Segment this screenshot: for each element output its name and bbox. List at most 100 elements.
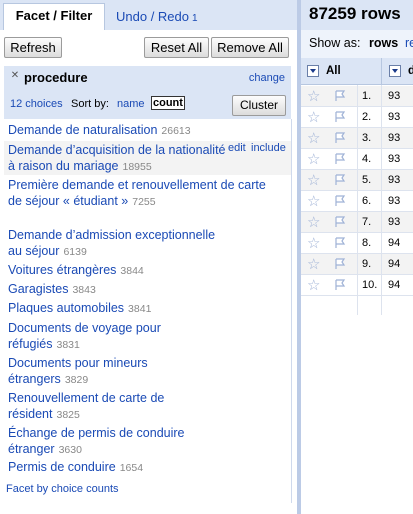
tab-undo-redo[interactable]: Undo / Redo 1 bbox=[116, 9, 198, 24]
choice-label: Échange de permis de conduire étranger bbox=[8, 426, 185, 456]
column-header-row: All d bbox=[301, 58, 413, 85]
star-icon[interactable]: ☆ bbox=[307, 87, 320, 105]
cell-value: 93 bbox=[388, 111, 401, 123]
remove-all-button[interactable]: Remove All bbox=[211, 37, 289, 58]
choice-count: 18955 bbox=[122, 161, 152, 173]
choice-label: Garagistes bbox=[8, 282, 69, 296]
facet-choice[interactable]: Permis de conduire 1654 bbox=[8, 459, 238, 476]
facet-choice[interactable]: Documents pour mineurs étrangers 3829 bbox=[8, 355, 178, 388]
star-icon[interactable]: ☆ bbox=[307, 234, 320, 252]
rows-mode[interactable]: rows bbox=[369, 36, 398, 50]
facet-choice[interactable]: Demande d’admission exceptionnelle au sé… bbox=[8, 227, 228, 260]
tab-undo-redo-label: Undo / Redo bbox=[116, 9, 189, 24]
flag-icon[interactable] bbox=[335, 216, 346, 228]
left-panel: Facet / Filter Undo / Redo 1 Refresh Rese… bbox=[0, 0, 297, 514]
flag-icon[interactable] bbox=[335, 132, 346, 144]
facet-choice[interactable]: Renouvellement de carte de résident 3825 bbox=[8, 390, 198, 423]
choice-count: 6139 bbox=[63, 246, 87, 258]
choice-count: 3844 bbox=[120, 265, 144, 277]
star-icon[interactable]: ☆ bbox=[307, 171, 320, 189]
all-column-label: All bbox=[326, 65, 341, 77]
close-icon[interactable]: ✕ bbox=[10, 71, 20, 81]
column-label: d bbox=[408, 65, 413, 77]
choices-count-link[interactable]: 12 choices bbox=[10, 98, 63, 110]
facet-choice[interactable]: Documents de voyage pour réfugiés 3831 bbox=[8, 320, 188, 353]
show-as-bar: Show as: rows re bbox=[301, 30, 413, 58]
cell-value: 94 bbox=[388, 237, 401, 249]
choice-label: Demande d’admission exceptionnelle au sé… bbox=[8, 228, 216, 258]
facet-choice[interactable]: Échange de permis de conduire étranger 36… bbox=[8, 425, 208, 458]
row-number: 8. bbox=[362, 237, 372, 249]
all-dropdown-icon[interactable] bbox=[307, 65, 319, 77]
flag-icon[interactable] bbox=[335, 258, 346, 270]
star-icon[interactable]: ☆ bbox=[307, 192, 320, 210]
flag-icon[interactable] bbox=[335, 237, 346, 249]
choice-label: Plaques automobiles bbox=[8, 301, 125, 315]
sort-by-label: Sort by: bbox=[71, 98, 109, 110]
grid-column-line bbox=[357, 85, 358, 315]
reset-all-button[interactable]: Reset All bbox=[144, 37, 209, 58]
facet-by-choice-counts-link[interactable]: Facet by choice counts bbox=[6, 483, 119, 495]
flag-icon[interactable] bbox=[335, 174, 346, 186]
choice-label: Documents de voyage pour réfugiés bbox=[8, 321, 161, 351]
facet-choice-list: edit include Demande de naturalisation 26… bbox=[4, 119, 292, 503]
facet-choice[interactable]: Demande d’acquisition de la nationalité … bbox=[8, 142, 226, 175]
choice-label: Voitures étrangères bbox=[8, 263, 117, 277]
star-icon[interactable]: ☆ bbox=[307, 276, 320, 294]
rows-count: 87259 rows bbox=[309, 4, 401, 23]
choice-count: 7255 bbox=[132, 196, 156, 208]
choice-count: 3831 bbox=[56, 339, 80, 351]
facet-choice[interactable]: Garagistes 3843 bbox=[8, 281, 238, 298]
flag-icon[interactable] bbox=[335, 111, 346, 123]
facet-choice[interactable]: Première demande et renouvellement de ca… bbox=[8, 177, 270, 210]
choice-count: 1654 bbox=[119, 462, 144, 474]
flag-icon[interactable] bbox=[335, 195, 346, 207]
cell-value: 93 bbox=[388, 153, 401, 165]
row-number: 5. bbox=[362, 174, 372, 186]
choice-count: 3630 bbox=[58, 444, 82, 456]
cell-value: 94 bbox=[388, 258, 401, 270]
choice-count: 3843 bbox=[72, 284, 96, 296]
records-mode-link[interactable]: re bbox=[405, 36, 413, 50]
choice-label: Demande d’acquisition de la nationalité … bbox=[8, 143, 226, 173]
tab-facet-filter[interactable]: Facet / Filter bbox=[3, 3, 105, 30]
flag-icon[interactable] bbox=[335, 279, 346, 291]
column-separator bbox=[381, 58, 382, 85]
edit-link[interactable]: edit bbox=[228, 142, 246, 154]
star-icon[interactable]: ☆ bbox=[307, 150, 320, 168]
refresh-button[interactable]: Refresh bbox=[4, 37, 62, 58]
row-number: 10. bbox=[362, 279, 378, 291]
row-number: 7. bbox=[362, 216, 372, 228]
choice-count: 3841 bbox=[128, 303, 152, 315]
choice-label: Permis de conduire bbox=[8, 460, 116, 474]
data-grid-panel: 87259 rows Show as: rows re All d ☆ 1. 93 ☆… bbox=[301, 0, 413, 514]
row-number: 1. bbox=[362, 90, 372, 102]
choice-count: 3829 bbox=[64, 374, 89, 386]
row-number: 2. bbox=[362, 111, 372, 123]
facet-controls: 12 choices Sort by: name count Cluster bbox=[4, 91, 291, 119]
flag-icon[interactable] bbox=[335, 153, 346, 165]
undo-count-badge: 1 bbox=[192, 13, 198, 24]
star-icon[interactable]: ☆ bbox=[307, 213, 320, 231]
star-icon[interactable]: ☆ bbox=[307, 255, 320, 273]
star-icon[interactable]: ☆ bbox=[307, 129, 320, 147]
cell-value: 93 bbox=[388, 132, 401, 144]
tab-bar: Facet / Filter Undo / Redo 1 bbox=[0, 0, 297, 30]
cell-value: 93 bbox=[388, 90, 401, 102]
facet-choice[interactable]: Demande de naturalisation 26613 bbox=[8, 122, 238, 139]
facet-title: procedure bbox=[24, 70, 88, 85]
flag-icon[interactable] bbox=[335, 90, 346, 102]
column-dropdown-icon[interactable] bbox=[389, 65, 401, 77]
star-icon[interactable]: ☆ bbox=[307, 108, 320, 126]
facet-header: ✕ procedure change bbox=[4, 66, 291, 91]
sort-by-name-link[interactable]: name bbox=[117, 98, 145, 110]
sort-by-count-selected[interactable]: count bbox=[151, 96, 185, 110]
include-link[interactable]: include bbox=[251, 142, 286, 154]
facet-choice[interactable]: Plaques automobiles 3841 bbox=[8, 300, 238, 317]
cell-value: 93 bbox=[388, 216, 401, 228]
cell-value: 93 bbox=[388, 174, 401, 186]
facet-choice[interactable]: Voitures étrangères 3844 bbox=[8, 262, 238, 279]
row-number: 3. bbox=[362, 132, 372, 144]
cluster-button[interactable]: Cluster bbox=[232, 95, 286, 116]
change-link[interactable]: change bbox=[249, 72, 285, 84]
